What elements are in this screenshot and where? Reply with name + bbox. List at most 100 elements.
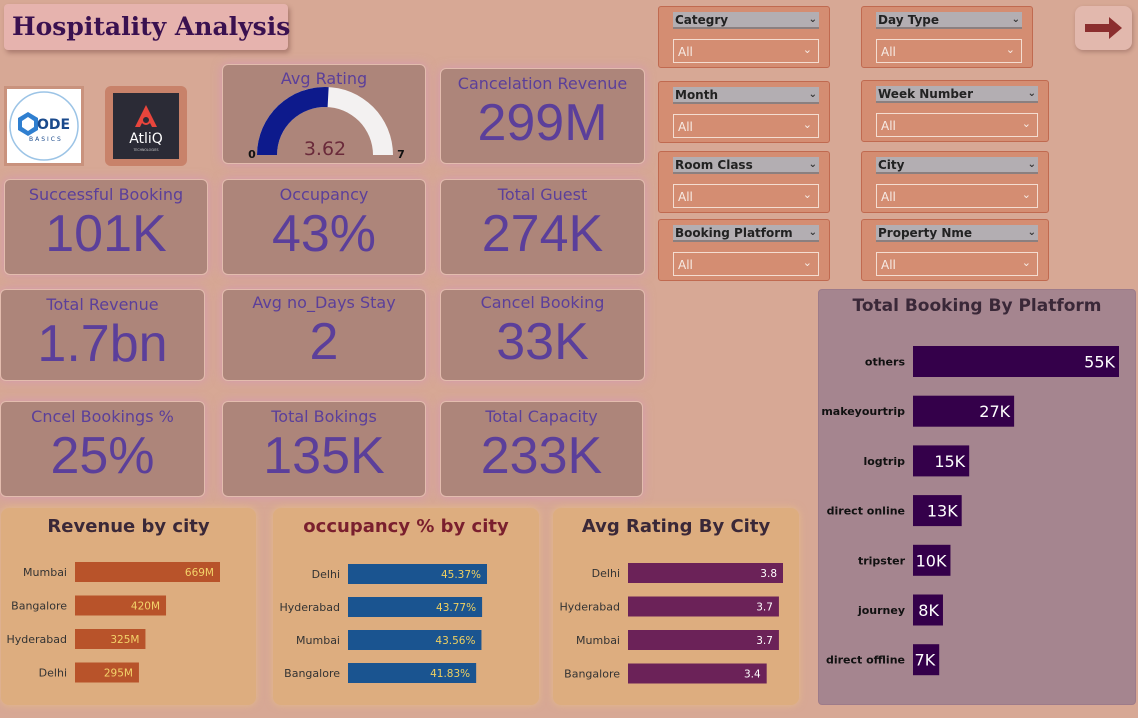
kpi-successful-booking: Successful Booking 101K — [4, 179, 208, 275]
filter-month-dropdown[interactable]: All ⌄ — [673, 114, 819, 138]
occupancy-category-label: Hyderabad — [280, 601, 341, 614]
filter-room-class-dropdown[interactable]: All ⌄ — [673, 184, 819, 208]
kpi-total-bookings: Total Bokings 135K — [222, 401, 426, 497]
atliq-logo-text: AtliQ — [129, 131, 163, 147]
platform-value-label: 8K — [918, 601, 939, 620]
filter-booking-platform-header[interactable]: Booking Platform ⌄ — [673, 225, 819, 242]
platform-category-label: makeyourtrip — [821, 405, 905, 418]
filter-room-class-header[interactable]: Room Class ⌄ — [673, 157, 819, 174]
filter-week-number-value: All — [881, 119, 896, 133]
booking-by-platform-chart: Total Booking By Platform others 55K makey… — [818, 289, 1136, 705]
rating-value-label: 3.8 — [760, 568, 777, 580]
platform-value-label: 10K — [916, 551, 947, 570]
platform-category-label: direct offline — [826, 654, 905, 667]
filter-week-number-header[interactable]: Week Number ⌄ — [876, 86, 1038, 103]
kpi-avg-days-stay: Avg no_Days Stay 2 — [222, 289, 426, 381]
occupancy-value-label: 41.83% — [430, 668, 470, 680]
avg-rating-by-city-title: Avg Rating By City — [581, 516, 771, 537]
occupancy-value-label: 43.77% — [436, 602, 476, 614]
kpi-avg-rating: Avg Rating 3.62 0 7 — [222, 64, 426, 164]
occupancy-category-label: Mumbai — [296, 634, 340, 647]
kpi-cancelation-revenue: Cancelation Revenue 299M — [440, 68, 645, 164]
filter-city-dropdown[interactable]: All ⌄ — [876, 184, 1038, 208]
occupancy-category-label: Delhi — [312, 568, 340, 581]
filter-week-number-dropdown[interactable]: All ⌄ — [876, 113, 1038, 137]
kpi-occupancy: Occupancy 43% — [222, 179, 426, 275]
next-page-button[interactable] — [1075, 6, 1132, 50]
kpi-total-guest-label: Total Guest — [497, 185, 588, 204]
page-title: Hospitality Analysis — [12, 12, 291, 41]
filter-city: City ⌄ All ⌄ — [861, 151, 1049, 213]
filter-property-name-dropdown[interactable]: All ⌄ — [876, 252, 1038, 276]
filter-room-class-label: Room Class — [675, 158, 753, 172]
atliq-logo-subtext: TECHNOLOGIES — [132, 148, 158, 152]
kpi-occupancy-label: Occupancy — [279, 185, 369, 204]
chevron-down-icon: ⌄ — [802, 118, 812, 131]
chevron-down-icon: ⌄ — [802, 256, 812, 269]
filter-day-type-value: All — [881, 45, 896, 59]
chevron-down-icon: ⌄ — [1027, 88, 1036, 99]
platform-category-label: journey — [857, 604, 905, 617]
atliq-logo: AtliQ TECHNOLOGIES — [105, 86, 187, 166]
revenue-category-label: Hyderabad — [7, 633, 68, 646]
avg-rating-gauge: 3.62 0 7 — [248, 87, 405, 161]
platform-category-label: tripster — [858, 554, 906, 567]
codebasics-logo-subtext: BASICS — [29, 136, 63, 143]
gauge-min: 0 — [248, 148, 256, 161]
filter-day-type-header[interactable]: Day Type ⌄ — [876, 12, 1022, 29]
filter-booking-platform-label: Booking Platform — [675, 226, 793, 240]
filter-room-class: Room Class ⌄ All ⌄ — [658, 151, 830, 213]
revenue-value-label: 669M — [185, 567, 214, 579]
chevron-down-icon: ⌄ — [808, 89, 817, 100]
filter-category-dropdown[interactable]: All ⌄ — [673, 39, 819, 63]
filter-booking-platform-dropdown[interactable]: All ⌄ — [673, 252, 819, 276]
filter-property-name-value: All — [881, 258, 896, 272]
rating-value-label: 3.7 — [756, 635, 773, 647]
rating-value-label: 3.4 — [744, 669, 761, 681]
revenue-by-city-title: Revenue by city — [47, 516, 210, 537]
filter-category-header[interactable]: Categry ⌄ — [673, 12, 819, 29]
revenue-by-city-chart: Revenue by city Mumbai 669M Bangalore 420M H… — [1, 508, 256, 705]
filter-month: Month ⌄ All ⌄ — [658, 81, 830, 143]
kpi-cancel-bookings-pct-value: 25% — [50, 427, 155, 485]
filter-city-header[interactable]: City ⌄ — [876, 157, 1038, 174]
kpi-total-capacity-label: Total Capacity — [485, 407, 598, 426]
filter-month-header[interactable]: Month ⌄ — [673, 87, 819, 104]
avg-rating-by-city-plot: Delhi 3.8 Hyderabad 3.7 Mumbai 3.7 Bangalore 3.… — [560, 563, 783, 684]
codebasics-logo: ODE BASICS — [4, 86, 84, 166]
platform-value-label: 7K — [915, 651, 936, 670]
filter-property-name-header[interactable]: Property Nme ⌄ — [876, 225, 1038, 242]
booking-by-platform-plot: others 55K makeyourtrip 27K logtrip 15K direct… — [821, 346, 1119, 676]
rating-category-label: Mumbai — [576, 634, 620, 647]
revenue-category-label: Mumbai — [23, 566, 67, 579]
rating-category-label: Hyderabad — [560, 601, 621, 614]
revenue-category-label: Bangalore — [11, 600, 67, 613]
occupancy-by-city-chart: occupancy % by city Delhi 45.37% Hyderabad… — [273, 508, 539, 705]
filter-room-class-value: All — [678, 190, 693, 204]
revenue-value-label: 325M — [110, 634, 139, 646]
platform-category-label: others — [865, 356, 906, 369]
codebasics-logo-text: ODE — [37, 117, 70, 133]
kpi-cancel-booking-label: Cancel Booking — [480, 293, 605, 312]
chevron-down-icon: ⌄ — [802, 188, 812, 201]
filter-week-number-label: Week Number — [878, 87, 973, 101]
filter-booking-platform: Booking Platform ⌄ All ⌄ — [658, 219, 830, 281]
chevron-down-icon: ⌄ — [1021, 256, 1031, 269]
filter-day-type-dropdown[interactable]: All ⌄ — [876, 39, 1022, 63]
filter-day-type: Day Type ⌄ All ⌄ — [861, 6, 1033, 68]
filter-category-value: All — [678, 45, 693, 59]
platform-category-label: direct online — [827, 505, 905, 518]
atliq-logo-graphic: AtliQ TECHNOLOGIES — [129, 105, 163, 152]
kpi-total-bookings-value: 135K — [263, 427, 385, 485]
chevron-down-icon: ⌄ — [1021, 188, 1031, 201]
kpi-avg-days-stay-label: Avg no_Days Stay — [252, 293, 396, 312]
kpi-cancelation-revenue-value: 299M — [477, 94, 608, 152]
gauge-max: 7 — [397, 148, 405, 161]
revenue-category-label: Delhi — [39, 667, 67, 680]
filter-property-name-label: Property Nme — [878, 226, 973, 240]
avg-rating-by-city-chart: Avg Rating By City Delhi 3.8 Hyderabad 3.7 M… — [553, 508, 799, 705]
filter-category-label: Categry — [675, 13, 729, 27]
platform-value-label: 15K — [934, 452, 965, 471]
kpi-total-bookings-label: Total Bokings — [271, 407, 377, 426]
rating-category-label: Bangalore — [564, 668, 620, 681]
